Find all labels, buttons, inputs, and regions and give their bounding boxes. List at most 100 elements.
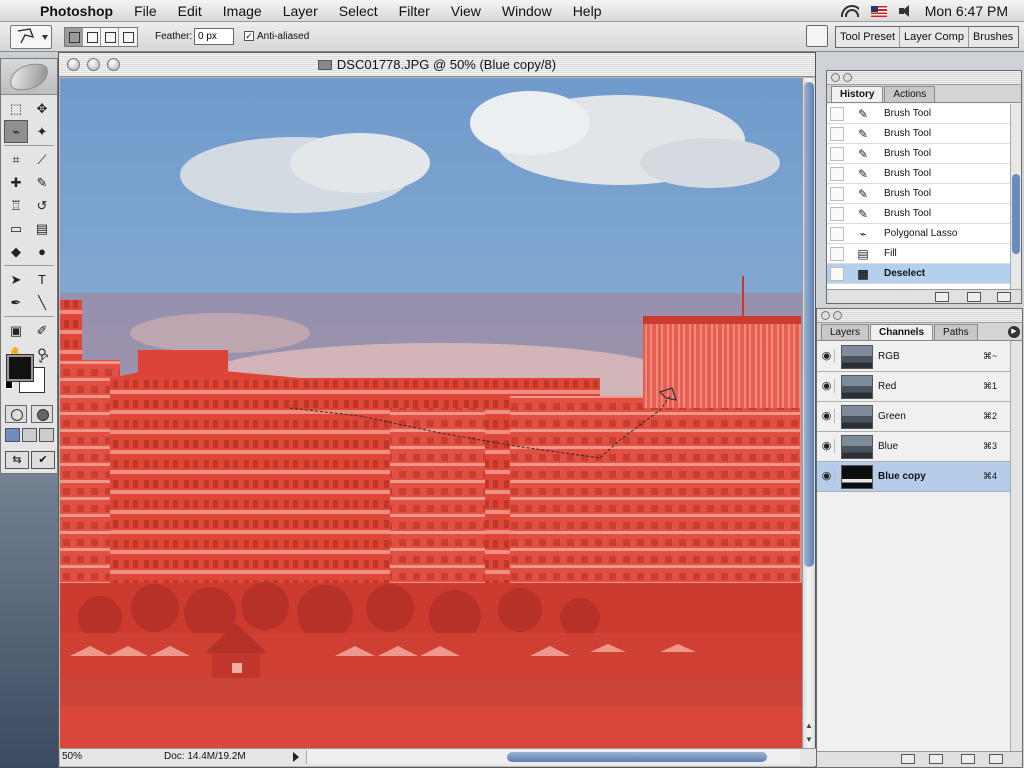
- channel-row[interactable]: ◉ Green ⌘2: [817, 402, 1022, 432]
- input-flag-icon[interactable]: [870, 5, 887, 17]
- menu-file[interactable]: File: [134, 3, 157, 19]
- tab-channels[interactable]: Channels: [870, 324, 934, 340]
- menu-app-photoshop[interactable]: Photoshop: [40, 3, 113, 19]
- horizontal-scroll-thumb[interactable]: [507, 752, 767, 762]
- history-state-row[interactable]: ▤ Fill: [827, 244, 1021, 264]
- horizontal-scrollbar[interactable]: [306, 750, 800, 764]
- vertical-scrollbar[interactable]: ▲ ▼: [802, 78, 815, 748]
- menu-view[interactable]: View: [451, 3, 481, 19]
- new-selection-button[interactable]: [65, 28, 83, 46]
- history-state-row[interactable]: ✎ Brush Tool: [827, 204, 1021, 224]
- intersect-selection-button[interactable]: [119, 28, 137, 46]
- magic-wand-tool-icon[interactable]: ✦: [30, 120, 54, 143]
- menu-window[interactable]: Window: [502, 3, 552, 19]
- menu-edit[interactable]: Edit: [178, 3, 202, 19]
- palette-menu-arrow-icon[interactable]: ▶: [1008, 326, 1020, 338]
- edit-in-imageready-icon[interactable]: ✔: [31, 451, 55, 469]
- document-title-bar[interactable]: DSC01778.JPG @ 50% (Blue copy/8): [59, 53, 815, 77]
- pen-tool-icon[interactable]: ✒: [4, 291, 28, 314]
- move-tool-icon[interactable]: ✥: [30, 97, 54, 120]
- status-menu-arrow-icon[interactable]: [293, 752, 299, 762]
- save-selection-as-channel-icon[interactable]: [929, 754, 943, 764]
- toolbox-header[interactable]: [1, 59, 57, 95]
- history-state-row[interactable]: ▦ Deselect: [827, 264, 1021, 284]
- visibility-eye-icon[interactable]: ◉: [819, 469, 835, 483]
- palette-collapse-button[interactable]: [843, 73, 852, 82]
- channel-row[interactable]: ◉ Blue copy ⌘4: [817, 462, 1022, 492]
- eyedropper-tool-icon[interactable]: ✐: [30, 319, 54, 342]
- tool-preset-picker[interactable]: [10, 25, 52, 49]
- swap-colors-icon[interactable]: ⤢: [39, 353, 48, 366]
- scroll-up-arrow-icon[interactable]: ▲: [805, 721, 813, 730]
- scroll-down-arrow-icon[interactable]: ▼: [805, 735, 813, 744]
- blur-tool-icon[interactable]: ◆: [4, 240, 28, 263]
- tab-layers[interactable]: Layers: [821, 324, 870, 340]
- path-selection-tool-icon[interactable]: ➤: [4, 268, 28, 291]
- menu-filter[interactable]: Filter: [399, 3, 430, 19]
- default-colors-icon[interactable]: [5, 381, 13, 389]
- volume-icon[interactable]: [898, 5, 913, 17]
- rectangular-marquee-tool-icon[interactable]: ⬚: [4, 97, 28, 120]
- history-brush-source-checkbox[interactable]: [830, 147, 844, 161]
- history-brush-source-checkbox[interactable]: [830, 107, 844, 121]
- standard-screen-mode-button[interactable]: [5, 428, 20, 442]
- channel-row[interactable]: ◉ RGB ⌘~: [817, 342, 1022, 372]
- standard-mode-button[interactable]: [5, 405, 27, 423]
- tab-paths[interactable]: Paths: [934, 324, 978, 340]
- history-scrollbar[interactable]: [1010, 104, 1021, 290]
- quick-mask-mode-button[interactable]: [31, 405, 53, 423]
- vertical-scroll-thumb[interactable]: [804, 82, 814, 567]
- add-to-selection-button[interactable]: [83, 28, 101, 46]
- palette-well-tab-layer-comps[interactable]: Layer Comp: [900, 27, 969, 47]
- new-snapshot-icon[interactable]: [967, 292, 981, 302]
- image-canvas[interactable]: [60, 78, 802, 748]
- history-state-row[interactable]: ✎ Brush Tool: [827, 124, 1021, 144]
- menu-layer[interactable]: Layer: [283, 3, 318, 19]
- history-state-row[interactable]: ⌁ Polygonal Lasso: [827, 224, 1021, 244]
- history-brush-source-checkbox[interactable]: [830, 267, 844, 281]
- tab-history[interactable]: History: [831, 86, 884, 102]
- palette-collapse-button[interactable]: [833, 311, 842, 320]
- history-brush-source-checkbox[interactable]: [830, 227, 844, 241]
- new-document-from-state-icon[interactable]: [935, 292, 949, 302]
- slice-tool-icon[interactable]: ⟋: [30, 148, 54, 171]
- gradient-tool-icon[interactable]: ▤: [30, 217, 54, 240]
- menu-clock[interactable]: Mon 6:47 PM: [925, 3, 1008, 19]
- document-proxy-icon[interactable]: [317, 60, 332, 70]
- zoom-level-field[interactable]: 50%: [62, 751, 82, 762]
- type-tool-icon[interactable]: T: [30, 268, 54, 291]
- file-browser-icon[interactable]: [806, 25, 828, 47]
- history-palette-titlebar[interactable]: [827, 71, 1021, 85]
- visibility-eye-icon[interactable]: ◉: [819, 409, 835, 423]
- history-brush-source-checkbox[interactable]: [830, 207, 844, 221]
- trash-icon[interactable]: [997, 292, 1011, 302]
- history-scroll-thumb[interactable]: [1012, 174, 1020, 254]
- brush-tool-icon[interactable]: ✎: [30, 171, 54, 194]
- palette-close-button[interactable]: [821, 311, 830, 320]
- new-channel-icon[interactable]: [961, 754, 975, 764]
- history-brush-source-checkbox[interactable]: [830, 167, 844, 181]
- eraser-tool-icon[interactable]: ▭: [4, 217, 28, 240]
- history-brush-source-checkbox[interactable]: [830, 127, 844, 141]
- healing-brush-tool-icon[interactable]: ✚: [4, 171, 28, 194]
- menu-select[interactable]: Select: [339, 3, 378, 19]
- line-tool-icon[interactable]: ╲: [30, 291, 54, 314]
- menu-help[interactable]: Help: [573, 3, 602, 19]
- channel-row[interactable]: ◉ Red ⌘1: [817, 372, 1022, 402]
- history-state-row[interactable]: ✎ Brush Tool: [827, 144, 1021, 164]
- load-channel-as-selection-icon[interactable]: [901, 754, 915, 764]
- dodge-tool-icon[interactable]: ●: [30, 240, 54, 263]
- channels-palette-titlebar[interactable]: [817, 309, 1022, 323]
- clone-stamp-tool-icon[interactable]: ♖: [4, 194, 28, 217]
- channels-scrollbar[interactable]: [1010, 341, 1022, 753]
- full-screen-mode-button[interactable]: [39, 428, 54, 442]
- polygonal-lasso-tool-icon[interactable]: ⌁: [4, 120, 28, 143]
- menu-image[interactable]: Image: [223, 3, 262, 19]
- crop-tool-icon[interactable]: ⌗: [4, 148, 28, 171]
- palette-well-tab-brushes[interactable]: Brushes: [969, 27, 1017, 47]
- history-brush-source-checkbox[interactable]: [830, 247, 844, 261]
- history-brush-tool-icon[interactable]: ↺: [30, 194, 54, 217]
- history-state-row[interactable]: ✎ Brush Tool: [827, 164, 1021, 184]
- palette-close-button[interactable]: [831, 73, 840, 82]
- notes-tool-icon[interactable]: ▣: [4, 319, 28, 342]
